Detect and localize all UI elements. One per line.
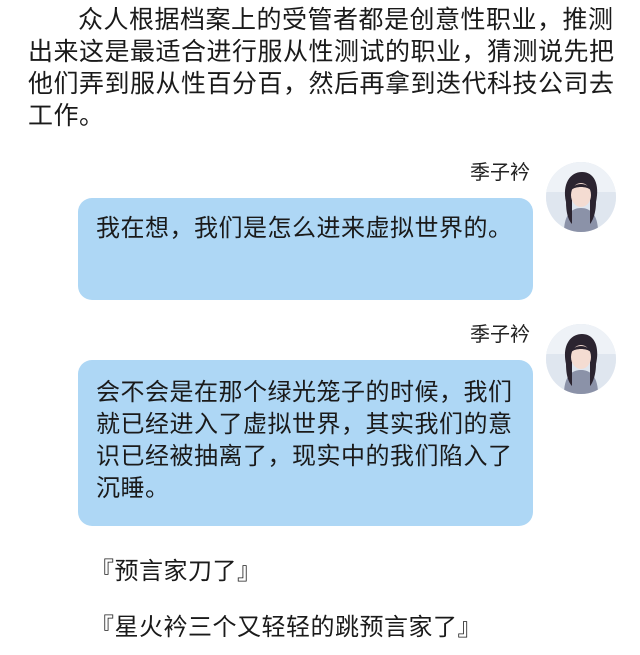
message-bubble: 会不会是在那个绿光笼子的时候，我们就已经进入了虚拟世界，其实我们的意识已经被抽离… [78,360,533,526]
narration-paragraph: 众人根据档案上的受管者都是创意性职业，推测出来这是最适合进行服从性测试的职业，猜… [28,5,615,130]
avatar-girl-icon [546,324,616,394]
avatar[interactable] [546,162,616,232]
message-bubble: 我在想，我们是怎么进来虚拟世界的。 [78,198,533,300]
avatar[interactable] [546,324,616,394]
avatar-girl-icon [546,162,616,232]
comment-line: 『星火衿三个又轻轻的跳预言家了』 [90,613,482,641]
comment-line: 『预言家刀了』 [90,557,262,585]
sender-name: 季子衿 [470,160,530,184]
sender-name: 季子衿 [470,322,530,346]
